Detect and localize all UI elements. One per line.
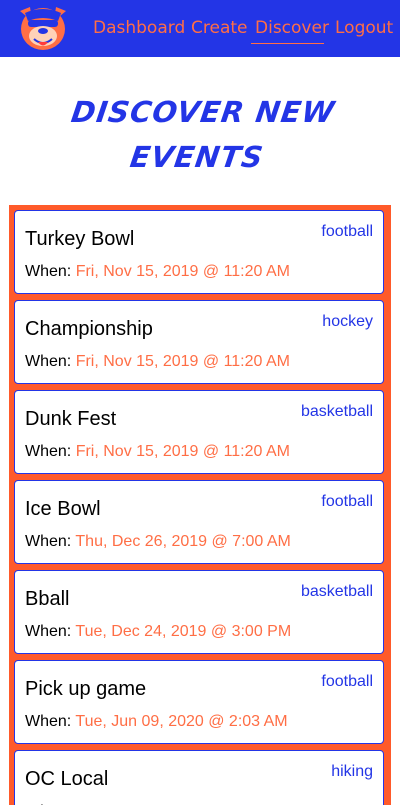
event-card[interactable]: Ice Bowl football When: Thu, Dec 26, 2019 … xyxy=(14,480,384,564)
event-when: When: Thu, Dec 26, 2019 @ 7:00 AM xyxy=(25,532,291,552)
nav-link-discover[interactable]: Discover xyxy=(255,17,329,39)
event-card[interactable]: Championship hockey When: Fri, Nov 15, 201… xyxy=(14,300,384,384)
event-sport-link[interactable]: basketball xyxy=(301,582,373,602)
when-label: When: xyxy=(25,263,72,280)
page-title: Discover New Events xyxy=(69,95,338,174)
when-label: When: xyxy=(25,713,72,730)
when-label: When: xyxy=(25,443,72,460)
event-card[interactable]: Turkey Bowl football When: Fri, Nov 15, 20… xyxy=(14,210,384,294)
event-date: Fri, Nov 15, 2019 @ 11:20 AM xyxy=(75,353,290,370)
event-when: When: Tue, Jun 09, 2020 @ 2:03 AM xyxy=(25,712,288,732)
event-date: Thu, Dec 26, 2019 @ 7:00 AM xyxy=(75,533,291,550)
event-title: OC Local xyxy=(25,768,109,790)
event-title: Pick up game xyxy=(25,678,147,700)
dog-mascot-icon[interactable] xyxy=(10,3,76,51)
event-date: Tue, Dec 24, 2019 @ 3:00 PM xyxy=(75,623,292,640)
when-label: When: xyxy=(25,533,72,550)
event-when: When: Fri, Nov 15, 2019 @ 11:20 AM xyxy=(25,442,290,462)
event-when: When: Fri, Nov 15, 2019 @ 11:20 AM xyxy=(25,262,290,282)
event-title: Bball xyxy=(25,588,70,610)
nav-link-create[interactable]: Create xyxy=(191,17,248,39)
event-title: Dunk Fest xyxy=(25,408,117,430)
active-nav-underline xyxy=(251,43,324,44)
event-card[interactable]: OC LocalhikingWhen: xyxy=(14,750,384,805)
event-sport-link[interactable]: football xyxy=(321,672,373,692)
event-sport-link[interactable]: hockey xyxy=(322,312,373,332)
event-list: Turkey Bowl football When: Fri, Nov 15, 20… xyxy=(9,205,391,805)
event-date: Tue, Jun 09, 2020 @ 2:03 AM xyxy=(75,713,288,730)
event-card[interactable]: Bball basketball When: Tue, Dec 24, 2019 @… xyxy=(14,570,384,654)
when-label: When: xyxy=(25,353,72,370)
event-sport-link[interactable]: basketball xyxy=(301,402,373,422)
when-label: When: xyxy=(25,623,72,640)
event-date: Fri, Nov 15, 2019 @ 11:20 AM xyxy=(75,263,290,280)
navbar: Dashboard Create Discover Logout xyxy=(0,0,400,57)
nav-link-logout[interactable]: Logout xyxy=(335,17,393,39)
event-title: Championship xyxy=(25,318,153,340)
event-sport-link[interactable]: hiking xyxy=(331,762,373,782)
event-card[interactable]: Pick up game football When: Tue, Jun 09, 2… xyxy=(14,660,384,744)
event-when: When: Tue, Dec 24, 2019 @ 3:00 PM xyxy=(25,622,291,642)
event-title: Turkey Bowl xyxy=(25,228,135,250)
event-title: Ice Bowl xyxy=(25,498,101,520)
nav-link-dashboard[interactable]: Dashboard xyxy=(93,17,185,39)
event-sport-link[interactable]: football xyxy=(321,492,373,512)
event-date: Fri, Nov 15, 2019 @ 11:20 AM xyxy=(75,443,290,460)
event-when: When: Fri, Nov 15, 2019 @ 11:20 AM xyxy=(25,352,290,372)
event-card[interactable]: Dunk Fest basketball When: Fri, Nov 15, 20… xyxy=(14,390,384,474)
event-sport-link[interactable]: football xyxy=(321,222,373,242)
